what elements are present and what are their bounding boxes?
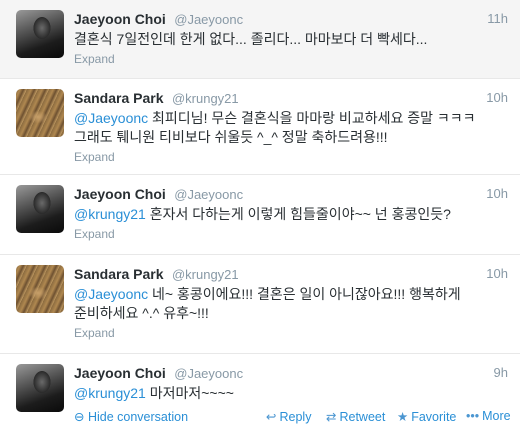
expand-link[interactable]: Expand	[74, 326, 115, 340]
tweet-header: Jaeyoon Choi @Jaeyoonc 9h	[74, 364, 508, 382]
tweet-content: Jaeyoon Choi @Jaeyoonc 11h 결혼식 7일전인데 한게 …	[74, 10, 508, 68]
hide-conversation-button[interactable]: ⊖ Hide conversation	[74, 409, 188, 424]
retweet-icon: ⇄	[326, 410, 337, 424]
tweet-header: Jaeyoon Choi @Jaeyoonc 10h	[74, 185, 508, 203]
timestamp[interactable]: 10h	[486, 89, 508, 107]
tweet-text: @krungy21 혼자서 다하는게 이렇게 힘들줄이야~~ 넌 홍콩인듯?	[74, 205, 508, 224]
favorite-label: Favorite	[411, 410, 457, 424]
hide-conversation-label: Hide conversation	[87, 410, 189, 424]
user-handle[interactable]: @Jaeyoonc	[174, 187, 243, 202]
timestamp[interactable]: 11h	[487, 10, 508, 28]
retweet-button[interactable]: ⇄ Retweet	[326, 409, 385, 424]
reply-button[interactable]: ↩ Reply	[266, 409, 311, 424]
tweet[interactable]: Sandara Park @krungy21 10h @Jaeyoonc 최피디…	[0, 79, 520, 175]
tweet[interactable]: Jaeyoon Choi @Jaeyoonc 10h @krungy21 혼자서…	[0, 175, 520, 255]
mention-link[interactable]: @Jaeyoonc	[74, 286, 148, 302]
reply-label: Reply	[279, 410, 312, 424]
user-name[interactable]: Jaeyoon Choi	[74, 365, 166, 381]
tweet-header: Sandara Park @krungy21 10h	[74, 265, 508, 283]
tweet-content: Sandara Park @krungy21 10h @Jaeyoonc 네~ …	[74, 265, 508, 342]
tweet-content: Sandara Park @krungy21 10h @Jaeyoonc 최피디…	[74, 89, 508, 166]
tweet-header: Sandara Park @krungy21 10h	[74, 89, 508, 107]
user-name[interactable]: Sandara Park	[74, 90, 164, 106]
user-name[interactable]: Jaeyoon Choi	[74, 186, 166, 202]
timestamp[interactable]: 10h	[486, 265, 508, 283]
user-handle[interactable]: @krungy21	[172, 267, 239, 282]
tweet-content: Jaeyoon Choi @Jaeyoonc 9h @krungy21 마저마저…	[74, 364, 508, 403]
user-handle[interactable]: @Jaeyoonc	[174, 366, 243, 381]
mention-link[interactable]: @Jaeyoonc	[74, 110, 148, 126]
tweet-content: Jaeyoon Choi @Jaeyoonc 10h @krungy21 혼자서…	[74, 185, 508, 243]
tweet[interactable]: Jaeyoon Choi @Jaeyoonc 11h 결혼식 7일전인데 한게 …	[0, 0, 520, 79]
favorite-button[interactable]: ★ Favorite	[397, 409, 456, 424]
star-icon: ★	[397, 410, 409, 424]
tweet-actions: ⊖ Hide conversation ↩ Reply ⇄ Retweet ★ Fav…	[74, 409, 511, 425]
minus-circle-icon: ⊖	[74, 410, 85, 424]
expand-link[interactable]: Expand	[74, 150, 115, 164]
user-handle[interactable]: @Jaeyoonc	[174, 12, 243, 27]
more-icon: •••	[466, 409, 480, 423]
expand-link[interactable]: Expand	[74, 227, 115, 241]
reply-icon: ↩	[266, 410, 277, 424]
tweet-body: 마저마저~~~~	[145, 385, 234, 401]
user-name[interactable]: Sandara Park	[74, 266, 164, 282]
user-name[interactable]: Jaeyoon Choi	[74, 11, 166, 27]
avatar[interactable]	[16, 89, 64, 137]
mention-link[interactable]: @krungy21	[74, 206, 146, 222]
avatar[interactable]	[16, 265, 64, 313]
retweet-label: Retweet	[339, 410, 386, 424]
tweet-text: 결혼식 7일전인데 한게 없다... 졸리다... 마마보다 더 빡세다...	[74, 30, 508, 49]
tweet-text: @Jaeyoonc 최피디님! 무슨 결혼식을 마마랑 비교하세요 증말 ㅋㅋㅋ…	[74, 109, 508, 147]
more-label: More	[482, 409, 511, 423]
user-handle[interactable]: @krungy21	[172, 91, 239, 106]
avatar[interactable]	[16, 185, 64, 233]
tweet-body: 결혼식 7일전인데 한게 없다... 졸리다... 마마보다 더 빡세다...	[74, 31, 428, 47]
tweet-header: Jaeyoon Choi @Jaeyoonc 11h	[74, 10, 508, 28]
mention-link[interactable]: @krungy21	[74, 385, 146, 401]
tweet[interactable]: Sandara Park @krungy21 10h @Jaeyoonc 네~ …	[0, 255, 520, 354]
timestamp[interactable]: 10h	[486, 185, 508, 203]
tweet-text: @krungy21 마저마저~~~~	[74, 384, 508, 403]
tweet[interactable]: Jaeyoon Choi @Jaeyoonc 9h @krungy21 마저마저…	[0, 354, 520, 435]
tweet-body: 혼자서 다하는게 이렇게 힘들줄이야~~ 넌 홍콩인듯?	[145, 206, 451, 222]
avatar[interactable]	[16, 10, 64, 58]
timestamp[interactable]: 9h	[494, 364, 508, 382]
expand-link[interactable]: Expand	[74, 52, 115, 66]
more-button[interactable]: ••• More	[466, 409, 511, 423]
tweet-text: @Jaeyoonc 네~ 홍콩이에요!!! 결혼은 일이 아니잖아요!!! 행복…	[74, 285, 508, 323]
avatar[interactable]	[16, 364, 64, 412]
